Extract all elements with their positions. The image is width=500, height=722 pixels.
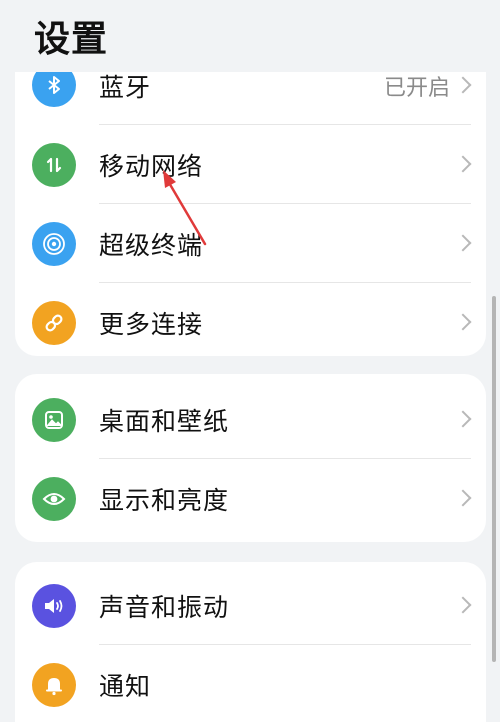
annotation-arrow-icon [163, 170, 207, 246]
